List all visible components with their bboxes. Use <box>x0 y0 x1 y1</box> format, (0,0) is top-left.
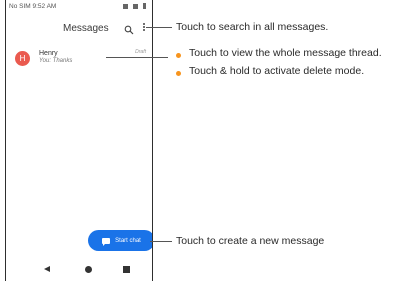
thread-annotation-1: Touch to view the whole message thread. <box>189 47 382 59</box>
status-icons <box>123 3 146 9</box>
chat-icon <box>102 237 111 246</box>
no-sim-icon <box>123 3 128 9</box>
recents-icon[interactable] <box>123 266 130 273</box>
status-text: No SIM 9:52 AM <box>9 3 57 10</box>
thread-callout-line <box>106 57 168 58</box>
thread-annotation-2: Touch & hold to activate delete mode. <box>189 65 365 77</box>
bullet-icon <box>176 53 181 58</box>
start-chat-label: Start chat <box>115 237 141 244</box>
draft-label: Draft <box>135 49 146 55</box>
home-icon[interactable] <box>85 266 92 273</box>
bullet-icon <box>176 71 181 76</box>
search-callout-line <box>146 27 172 28</box>
new-message-annotation: Touch to create a new message <box>176 235 325 247</box>
navigation-bar <box>6 262 152 276</box>
search-annotation: Touch to search in all messages. <box>176 21 329 33</box>
status-bar: No SIM 9:52 AM <box>6 1 152 13</box>
back-icon[interactable] <box>44 266 50 272</box>
contact-name: Henry <box>39 50 58 57</box>
phone-screen: No SIM 9:52 AM Messages H Henry You: Tha… <box>5 0 153 281</box>
search-icon[interactable] <box>124 22 134 35</box>
start-chat-button[interactable]: Start chat <box>88 230 152 251</box>
signal-icon <box>133 3 138 9</box>
battery-icon <box>143 3 146 9</box>
conversation-row[interactable]: H Henry You: Thanks Draft <box>6 44 152 68</box>
message-snippet: You: Thanks <box>39 58 73 64</box>
new-message-callout-line <box>150 241 172 242</box>
app-title: Messages <box>63 23 109 34</box>
avatar: H <box>15 51 30 66</box>
